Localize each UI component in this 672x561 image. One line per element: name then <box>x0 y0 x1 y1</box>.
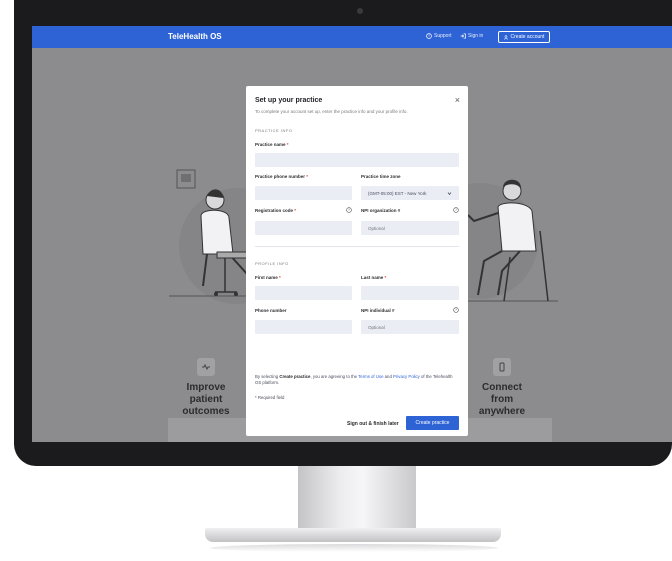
monitor-stand-neck <box>298 466 416 532</box>
privacy-policy-link[interactable]: Privacy Policy <box>393 374 420 379</box>
modal-subtitle: To complete your account set up, enter t… <box>255 109 408 114</box>
last-name-label: Last name * <box>361 275 387 280</box>
support-label: Support <box>434 33 452 39</box>
create-practice-button[interactable]: Create practice <box>406 416 459 430</box>
feature-improve-outcomes: Improve patient outcomes <box>176 358 236 418</box>
terms-text: By selecting Create practice, you are ag… <box>255 374 453 385</box>
first-name-input[interactable] <box>255 286 352 300</box>
heart-pulse-icon <box>197 358 215 376</box>
last-name-input[interactable] <box>361 286 459 300</box>
feature-connect-anywhere: Connect from anywhere <box>472 358 532 418</box>
npi-individual-input[interactable] <box>361 320 459 334</box>
modal-title: Set up your practice <box>255 97 323 104</box>
close-icon[interactable]: × <box>455 96 460 105</box>
first-name-label: First name * <box>255 275 281 280</box>
help-circle-icon[interactable]: ? <box>346 207 352 213</box>
support-link[interactable]: ? Support <box>426 33 452 39</box>
help-circle-icon[interactable]: ? <box>453 307 459 313</box>
practice-name-label: Practice name * <box>255 142 289 147</box>
help-circle-icon[interactable]: ? <box>453 207 459 213</box>
terms-of-use-link[interactable]: Terms of Use <box>358 374 383 379</box>
timezone-value: (GMT-05:00) EST - New York <box>368 190 427 196</box>
phone-number-label: Phone number <box>255 308 287 313</box>
signin-label: Sign in <box>468 33 484 39</box>
registration-code-input[interactable] <box>255 221 352 235</box>
profile-info-heading: PROFILE INFO <box>255 261 289 266</box>
setup-practice-modal: Set up your practice × To complete your … <box>246 86 468 436</box>
user-plus-icon <box>503 34 508 40</box>
practice-phone-label: Practice phone number * <box>255 174 309 179</box>
npi-organization-input[interactable] <box>361 221 459 235</box>
phone-number-input[interactable] <box>255 320 352 334</box>
create-account-label: Create account <box>510 34 545 40</box>
monitor-stand-shadow <box>210 544 498 552</box>
svg-text:?: ? <box>455 208 457 212</box>
signin-link[interactable]: Sign in <box>460 33 483 39</box>
required-field-note: * Required field <box>255 395 285 400</box>
npi-individual-label: NPI individual # <box>361 308 395 313</box>
help-circle-icon: ? <box>426 33 432 39</box>
terms-action: Create practice <box>279 374 311 379</box>
practice-name-input[interactable] <box>255 153 459 167</box>
feature-title: Improve patient outcomes <box>182 382 230 417</box>
practice-info-heading: PRACTICE INFO <box>255 128 293 133</box>
sign-out-finish-later-button[interactable]: Sign out & finish later <box>347 421 399 427</box>
create-account-button[interactable]: Create account <box>498 31 550 43</box>
brand-logo[interactable]: TeleHealth OS <box>168 32 222 41</box>
practice-phone-input[interactable] <box>255 186 352 200</box>
svg-text:?: ? <box>428 34 430 38</box>
webcam <box>357 8 363 14</box>
svg-text:?: ? <box>348 208 350 212</box>
sign-in-icon <box>460 33 466 39</box>
screen: TeleHealth OS ? Support Sign in Create a… <box>32 26 672 442</box>
app-header: TeleHealth OS ? Support Sign in Create a… <box>32 26 672 48</box>
timezone-select[interactable]: (GMT-05:00) EST - New York <box>361 186 459 200</box>
section-divider <box>255 246 459 247</box>
monitor-stand-base <box>205 528 501 542</box>
practice-timezone-label: Practice time zone <box>361 174 401 179</box>
svg-text:?: ? <box>455 308 457 312</box>
feature-title: Connect from anywhere <box>478 382 526 417</box>
npi-organization-label: NPI organization # <box>361 208 401 213</box>
mobile-phone-icon <box>493 358 511 376</box>
chevron-down-icon <box>447 191 452 195</box>
registration-code-label: Registration code * <box>255 208 297 213</box>
